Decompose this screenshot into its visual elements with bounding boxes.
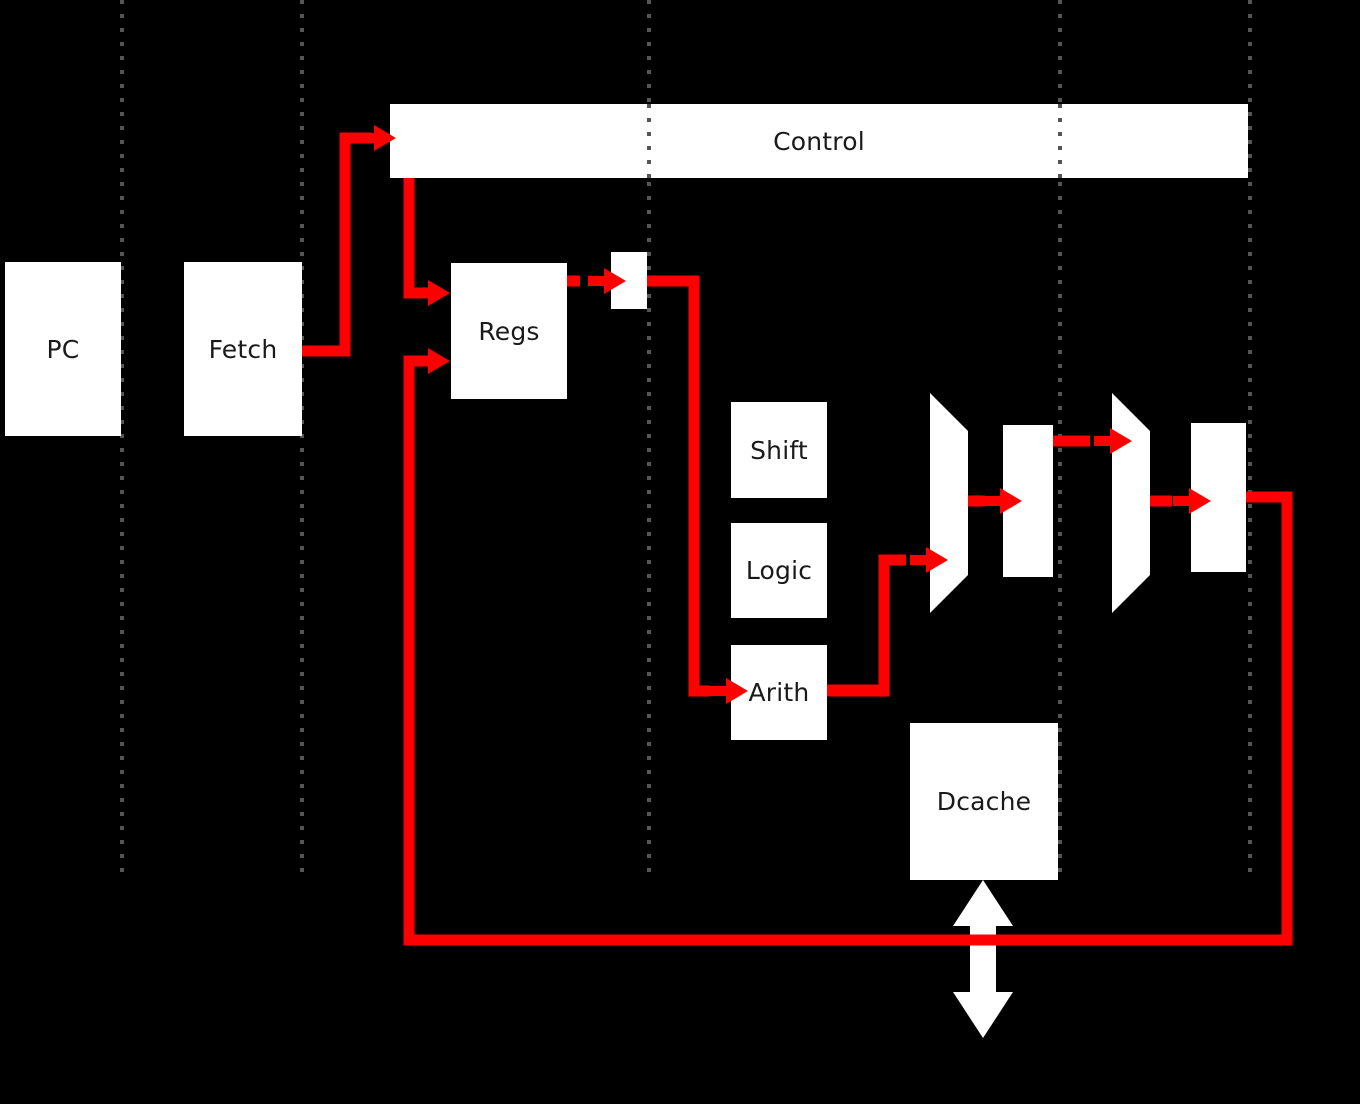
path-control-to-regs xyxy=(403,178,430,299)
path-writeback-bus xyxy=(403,355,1293,946)
path-fetch-to-control xyxy=(302,132,372,357)
fetch-block xyxy=(184,262,302,436)
memory-mux xyxy=(930,393,968,613)
shift-block xyxy=(731,402,827,498)
arrowhead-into-regs-lower xyxy=(412,348,450,374)
diagram-canvas: PC Fetch Control Regs Shift Logic Arith … xyxy=(0,0,1360,1104)
writeback-mux xyxy=(1112,393,1150,613)
control-block xyxy=(390,104,1248,178)
path-arith-to-mux xyxy=(827,554,906,697)
memory-port-arrow xyxy=(953,880,1013,1038)
dcache-block xyxy=(910,723,1058,880)
arrowhead-into-regs-upper xyxy=(412,280,450,306)
regs-block xyxy=(451,263,567,399)
diagram-graphics xyxy=(5,0,1293,1038)
logic-block xyxy=(731,523,827,618)
pc-block xyxy=(5,262,121,436)
path-latch-to-arith xyxy=(647,275,710,697)
